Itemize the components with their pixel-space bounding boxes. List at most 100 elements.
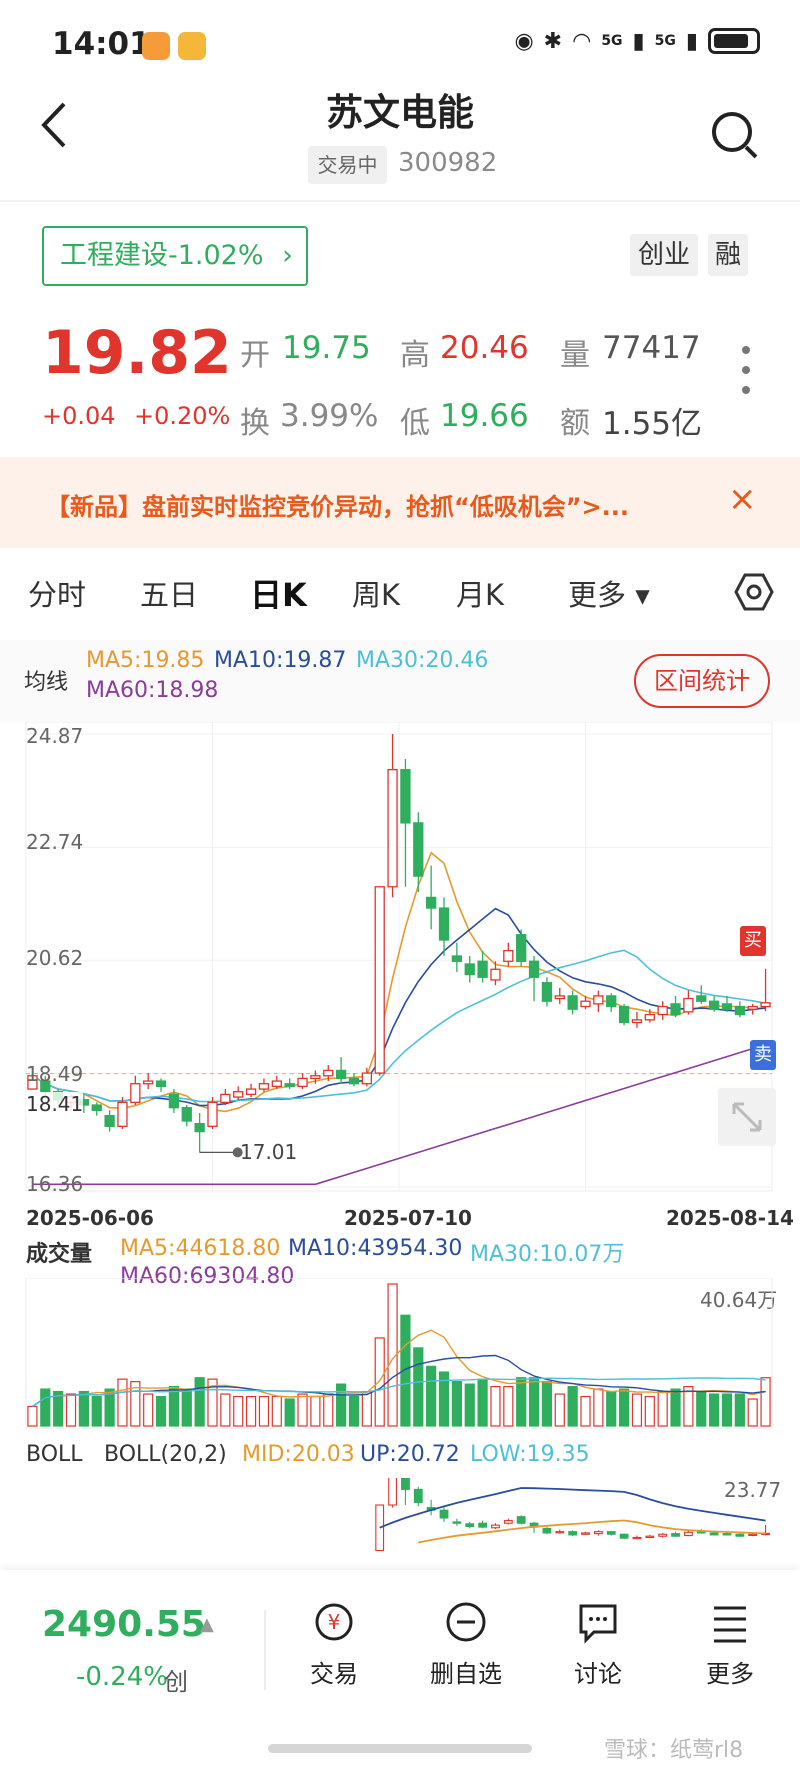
trade-button[interactable]: ¥ 交易 (279, 1600, 389, 1689)
chat-icon (576, 1600, 620, 1644)
candle-body (464, 963, 475, 976)
volume-bar (670, 1388, 681, 1427)
candle-body (593, 995, 604, 1005)
candle-body (451, 955, 463, 962)
boll-candle-body (581, 1532, 590, 1535)
board-tag: 创业 (630, 234, 698, 276)
volume-bar (336, 1383, 347, 1427)
tab-monthly-k[interactable]: 月K (456, 572, 504, 614)
high-label: 高 (400, 338, 430, 373)
more-button[interactable]: 更多 (675, 1600, 785, 1689)
candle-body (567, 995, 578, 1010)
candle-body (143, 1080, 154, 1085)
candle-body (708, 1000, 720, 1010)
x-date-label: 2025-07-10 (344, 1206, 472, 1230)
candle-body (631, 1019, 643, 1024)
promo-banner[interactable]: 【新品】盘前实时监控竞价异动，抢抓“低吸机会”>... × (0, 457, 800, 548)
sell-marker[interactable]: 卖 (750, 1040, 776, 1070)
candle-body (323, 1069, 334, 1077)
volume-bar (503, 1385, 514, 1427)
buy-marker[interactable]: 买 (740, 926, 766, 956)
candle-body (374, 886, 385, 1074)
boll-candle-body (748, 1533, 758, 1537)
candle-body (644, 1013, 655, 1021)
close-icon[interactable]: × (728, 479, 757, 519)
volume-bar (40, 1388, 51, 1427)
candle-body (245, 1088, 257, 1096)
y-tick-label: 16.36 (26, 1172, 84, 1196)
app-badge-icon (142, 32, 170, 60)
current-line-label: 18.41 (26, 1092, 84, 1116)
volume-bar (181, 1388, 192, 1427)
boll-candle-body (542, 1527, 552, 1534)
tab-five-day[interactable]: 五日 (140, 572, 198, 614)
candle-body (155, 1080, 167, 1088)
volume-bar (117, 1378, 128, 1427)
more-vertical-icon[interactable] (742, 346, 752, 406)
candle-body (233, 1091, 244, 1098)
volume-bar (194, 1377, 205, 1427)
tab-intraday[interactable]: 分时 (28, 572, 86, 614)
candle-body (181, 1107, 192, 1122)
volume-bar (464, 1383, 475, 1427)
boll-candle-body (606, 1531, 616, 1535)
range-stats-button[interactable]: 区间统计 (634, 654, 770, 708)
volume-bar (567, 1385, 578, 1427)
ma-legend: 均线 MA5:19.85 MA10:19.87 MA30:20.46 MA60:… (0, 640, 800, 722)
expand-icon[interactable] (718, 1088, 776, 1146)
tab-weekly-k[interactable]: 周K (352, 572, 400, 614)
volume-label: 量 (560, 338, 590, 373)
vol-ma5: MA5:44618.80 (120, 1236, 281, 1261)
boll-candle-body (452, 1521, 462, 1524)
signal-icon: ▮ (632, 28, 645, 54)
tab-more[interactable]: 更多 ▾ (568, 572, 650, 614)
boll-candle-body (478, 1522, 488, 1528)
promo-text: 【新品】盘前实时监控竞价异动，抢抓“低吸机会”>... (46, 493, 630, 521)
sector-button[interactable]: 工程建设-1.02% › (42, 226, 308, 286)
volume-bar (696, 1390, 707, 1427)
more-label: 更多 (706, 1660, 754, 1688)
boll-candle-body (491, 1524, 500, 1529)
volume-bar (657, 1390, 668, 1427)
boll-chart[interactable] (0, 1478, 800, 1570)
settings-icon[interactable] (734, 572, 774, 612)
stock-code: 300982 (398, 148, 498, 178)
volume-bar (709, 1393, 720, 1427)
volume-bar (593, 1388, 604, 1427)
volume-bar (747, 1398, 758, 1427)
candlestick-chart[interactable] (0, 722, 800, 1232)
candle-body (438, 907, 450, 941)
boll-low: LOW:19.35 (470, 1442, 590, 1467)
high-value: 20.46 (440, 330, 529, 366)
boll-title[interactable]: BOLL (26, 1442, 83, 1467)
network-1-label: 5G (601, 33, 623, 49)
boll-candle-body (645, 1535, 655, 1539)
volume-bar (516, 1377, 527, 1427)
volume-bar (580, 1395, 591, 1427)
volume-bar (310, 1395, 321, 1427)
candle-body (734, 1005, 745, 1016)
candle-body (348, 1077, 360, 1085)
status-time: 14:01 (52, 26, 151, 62)
divider (264, 1610, 266, 1690)
volume-title[interactable]: 成交量 (26, 1236, 92, 1268)
price-change: +0.04 (42, 402, 116, 430)
candle-body (387, 769, 398, 888)
margin-tag: 融 (708, 234, 748, 276)
discuss-button[interactable]: 讨论 (543, 1600, 653, 1689)
y-tick-label: 22.74 (26, 830, 84, 854)
index-arrow-icon[interactable]: ▲ (200, 1614, 214, 1635)
tab-daily-k[interactable]: 日K (250, 570, 307, 616)
candle-body (554, 995, 565, 1000)
remove-watchlist-button[interactable]: 删自选 (411, 1600, 521, 1689)
volume-bar (528, 1377, 540, 1427)
volume-bar (644, 1395, 655, 1427)
search-icon[interactable] (712, 112, 752, 152)
trading-status-badge: 交易中 (308, 146, 387, 184)
low-marker-label: 17.01 (240, 1140, 298, 1164)
volume-bar (91, 1395, 102, 1427)
weather-badge-icon (178, 32, 206, 60)
index-value[interactable]: 2490.55 (42, 1604, 206, 1645)
volume-chart[interactable] (0, 1278, 800, 1430)
boll-candle-body (709, 1532, 719, 1536)
